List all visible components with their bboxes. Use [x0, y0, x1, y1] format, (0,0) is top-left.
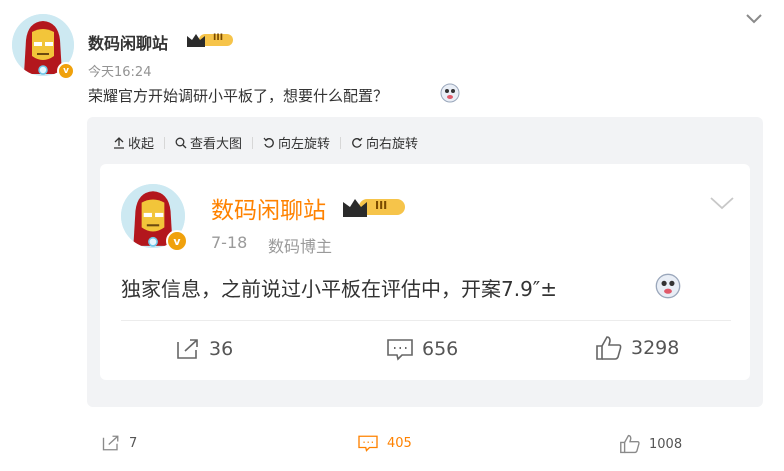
- rotate-left-button[interactable]: 向左旋转: [263, 133, 330, 152]
- like-icon: [620, 434, 640, 454]
- like-button[interactable]: 1008: [619, 434, 682, 454]
- quoted-text: 独家信息，之前说过小平板在评估中，开案7.9″±: [121, 277, 558, 301]
- quoted-emoji-icon: [655, 273, 681, 299]
- collapse-button[interactable]: 收起: [113, 133, 154, 152]
- comment-icon: [358, 435, 378, 452]
- view-large-button[interactable]: 查看大图: [175, 133, 242, 152]
- emoji-icon: [440, 83, 460, 103]
- image-toolbar: 收起 查看大图 向左旋转 向右旋转: [113, 133, 418, 152]
- quoted-author-name: 数码闲聊站: [211, 198, 326, 224]
- quoted-like-count: 3298: [595, 335, 679, 361]
- quoted-date: 7-18: [211, 233, 248, 252]
- quoted-level-crown-icon: [341, 195, 407, 219]
- magnify-icon: [175, 137, 187, 148]
- toolbar-divider: [340, 136, 342, 149]
- verified-badge: v: [57, 62, 75, 80]
- level-badge-text: III: [213, 33, 224, 43]
- repost-icon: [102, 435, 119, 451]
- quoted-role: 数码博主: [268, 237, 333, 256]
- rotate-right-button[interactable]: 向右旋转: [351, 133, 418, 152]
- chevron-down-icon[interactable]: [745, 12, 763, 26]
- post-text: 荣耀官方开始调研小平板了，想要什么配置？: [88, 87, 389, 105]
- author-name[interactable]: 数码闲聊站: [88, 30, 168, 54]
- quoted-divider: [121, 320, 731, 321]
- toolbar-divider: [164, 136, 166, 149]
- comment-icon: [387, 339, 413, 361]
- like-icon: [596, 336, 622, 360]
- quoted-chevron-down-icon: [709, 195, 735, 211]
- quoted-level-badge-text: III: [375, 199, 388, 212]
- comment-button[interactable]: 405: [357, 434, 412, 452]
- rotate-right-icon: [352, 137, 363, 148]
- toolbar-divider: [252, 136, 254, 149]
- repost-button[interactable]: 7: [101, 434, 137, 452]
- post-time[interactable]: 今天16:24: [88, 61, 151, 80]
- quoted-comment-count: 656: [386, 337, 458, 361]
- quoted-repost-count: 36: [175, 337, 233, 361]
- rotate-left-icon: [263, 137, 274, 148]
- quoted-verified-badge: v: [166, 230, 188, 252]
- collapse-icon: [114, 136, 124, 149]
- level-crown-icon[interactable]: [185, 31, 235, 49]
- repost-icon: [177, 339, 198, 359]
